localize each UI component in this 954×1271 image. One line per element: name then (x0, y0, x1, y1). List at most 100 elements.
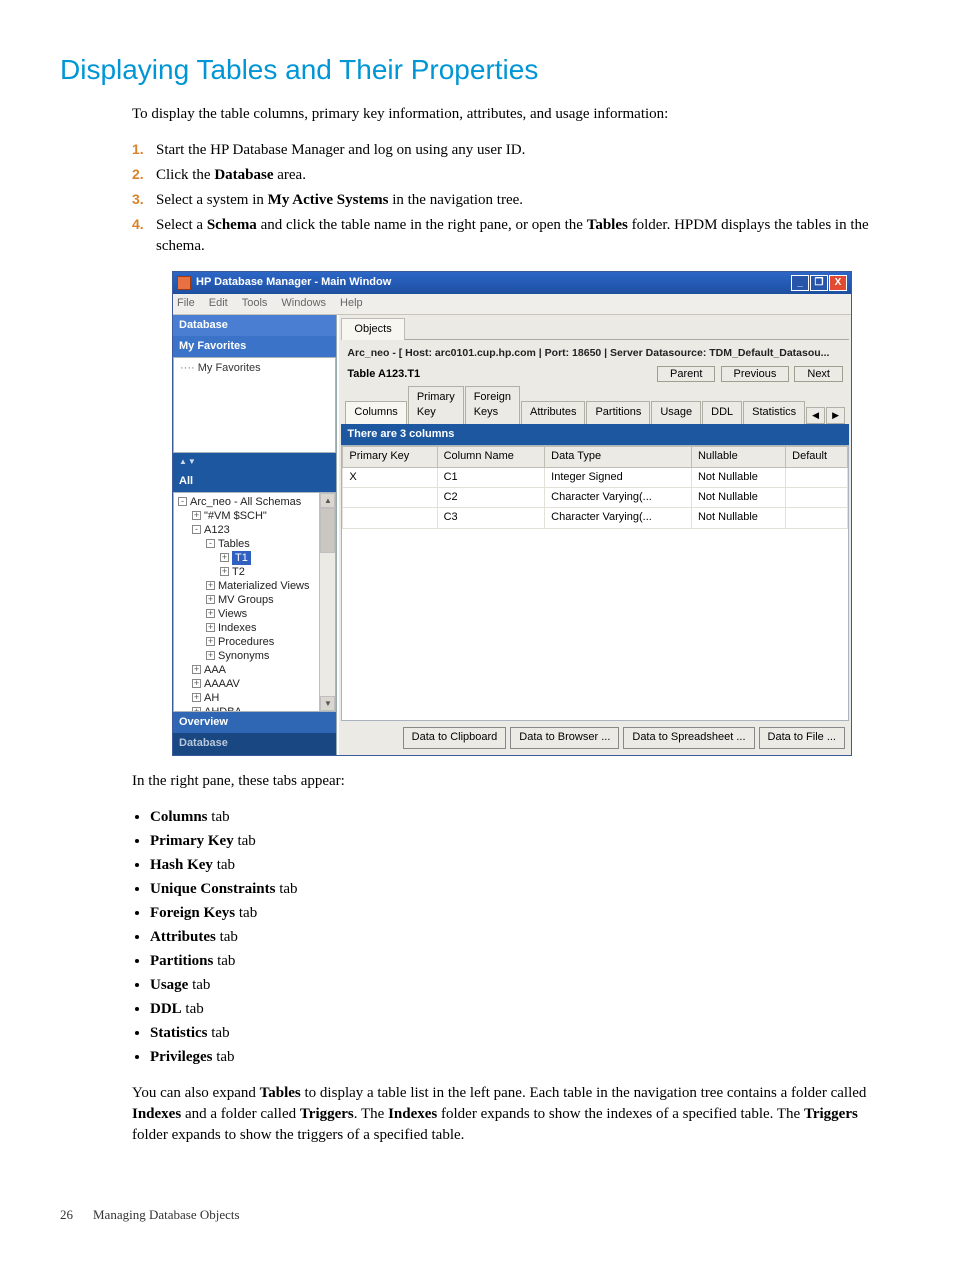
scroll-up-icon[interactable]: ▲ (320, 493, 335, 508)
col-header-type[interactable]: Data Type (545, 447, 692, 467)
table-row[interactable]: X C1 Integer Signed Not Nullable (343, 467, 848, 487)
page-footer: 26 Managing Database Objects (60, 1206, 894, 1224)
property-tabs: Columns Primary Key Foreign Keys Attribu… (341, 386, 849, 424)
expand-icon[interactable]: + (192, 693, 201, 702)
parent-button[interactable]: Parent (657, 366, 715, 382)
expand-icon[interactable]: + (220, 553, 229, 562)
database-panel-header[interactable]: Database (173, 315, 336, 336)
tab-attributes[interactable]: Attributes (521, 401, 585, 423)
expand-icon[interactable]: - (192, 525, 201, 534)
tree-node-tables[interactable]: Tables (218, 537, 250, 551)
window-close-button[interactable]: X (829, 275, 847, 291)
expand-icon[interactable]: + (192, 707, 201, 711)
expand-icon[interactable]: + (206, 651, 215, 660)
tree-node[interactable]: AH (204, 691, 219, 705)
expand-icon[interactable]: + (220, 567, 229, 576)
data-to-spreadsheet-button[interactable]: Data to Spreadsheet ... (623, 727, 754, 748)
tree-root[interactable]: Arc_neo - All Schemas (190, 495, 301, 509)
col-header-pk[interactable]: Primary Key (343, 447, 437, 467)
data-to-clipboard-button[interactable]: Data to Clipboard (403, 727, 507, 748)
all-label: All (173, 471, 336, 492)
tree-node[interactable]: AAA (204, 663, 226, 677)
tree-node[interactable]: T2 (232, 565, 245, 579)
tabs-bullet-list: Columns tab Primary Key tab Hash Key tab… (132, 807, 894, 1068)
tab-partitions[interactable]: Partitions (586, 401, 650, 423)
expand-icon[interactable]: + (192, 679, 201, 688)
tree-node[interactable]: Indexes (218, 621, 257, 635)
table-row[interactable]: C3 Character Varying(... Not Nullable (343, 508, 848, 528)
previous-button[interactable]: Previous (721, 366, 790, 382)
favorites-item[interactable]: My Favorites (198, 362, 261, 374)
step-num: 3. (132, 190, 156, 211)
window-maximize-button[interactable]: ❐ (810, 275, 828, 291)
list-item: Unique Constraints tab (150, 879, 894, 900)
expand-icon[interactable]: + (206, 623, 215, 632)
next-button[interactable]: Next (794, 366, 843, 382)
expand-icon[interactable]: + (206, 609, 215, 618)
expand-icon[interactable]: + (192, 665, 201, 674)
all-panel-header[interactable]: ▲▼ (173, 453, 336, 470)
tree-scrollbar[interactable]: ▲ ▼ (319, 493, 335, 711)
database-footer[interactable]: Database (173, 733, 336, 754)
window-titlebar[interactable]: HP Database Manager - Main Window _ ❐ X (173, 272, 851, 294)
expand-icon[interactable]: - (206, 539, 215, 548)
col-header-name[interactable]: Column Name (437, 447, 545, 467)
data-to-browser-button[interactable]: Data to Browser ... (510, 727, 619, 748)
list-item: Usage tab (150, 975, 894, 996)
tab-usage[interactable]: Usage (651, 401, 701, 423)
tab-ddl[interactable]: DDL (702, 401, 742, 423)
schema-tree[interactable]: -Arc_neo - All Schemas +"#VM $SCH" -A123… (174, 493, 335, 712)
tree-node[interactable]: A123 (204, 523, 230, 537)
menu-tools[interactable]: Tools (242, 296, 268, 311)
menu-file[interactable]: File (177, 296, 195, 311)
tree-node[interactable]: AAAAV (204, 677, 240, 691)
menu-help[interactable]: Help (340, 296, 363, 311)
list-item: Partitions tab (150, 951, 894, 972)
tree-node[interactable]: AHDBA (204, 705, 242, 712)
collapse-up-icon[interactable]: ▲ (179, 456, 187, 467)
tab-scroll-right-icon[interactable]: ▶ (826, 407, 845, 424)
step-text: Select a system in My Active Systems in … (156, 190, 894, 211)
tree-node[interactable]: MV Groups (218, 593, 274, 607)
overview-panel-header[interactable]: Overview (173, 712, 336, 733)
columns-grid[interactable]: Primary Key Column Name Data Type Nullab… (341, 445, 849, 721)
tree-node[interactable]: "#VM $SCH" (204, 509, 267, 523)
step-num: 2. (132, 165, 156, 186)
menu-windows[interactable]: Windows (281, 296, 326, 311)
chapter-title: Managing Database Objects (93, 1207, 240, 1222)
navigation-pane: Database My Favorites ···· My Favorites … (173, 315, 337, 755)
collapse-down-icon[interactable]: ▼ (188, 456, 196, 467)
tab-statistics[interactable]: Statistics (743, 401, 805, 423)
expand-icon[interactable]: + (206, 595, 215, 604)
data-to-file-button[interactable]: Data to File ... (759, 727, 845, 748)
menu-bar: File Edit Tools Windows Help (173, 294, 851, 314)
table-row[interactable]: C2 Character Varying(... Not Nullable (343, 488, 848, 508)
after-shot-text: In the right pane, these tabs appear: (132, 771, 894, 792)
objects-tab[interactable]: Objects (341, 318, 404, 340)
app-screenshot: HP Database Manager - Main Window _ ❐ X … (172, 271, 852, 755)
tab-columns[interactable]: Columns (345, 401, 406, 423)
tab-primary-key[interactable]: Primary Key (408, 386, 464, 424)
tree-node[interactable]: Materialized Views (218, 579, 310, 593)
tree-node-selected[interactable]: T1 (232, 551, 251, 565)
expand-icon[interactable]: + (192, 511, 201, 520)
my-favorites-header[interactable]: My Favorites (173, 336, 336, 357)
steps-list: 1. Start the HP Database Manager and log… (132, 140, 894, 257)
expand-icon[interactable]: - (178, 497, 187, 506)
tree-node[interactable]: Synonyms (218, 649, 269, 663)
col-header-nullable[interactable]: Nullable (691, 447, 785, 467)
window-minimize-button[interactable]: _ (791, 275, 809, 291)
tree-node[interactable]: Procedures (218, 635, 274, 649)
col-header-default[interactable]: Default (786, 447, 848, 467)
tab-scroll-left-icon[interactable]: ◀ (806, 407, 825, 424)
expand-icon[interactable]: + (206, 581, 215, 590)
step-text: Start the HP Database Manager and log on… (156, 140, 894, 161)
scroll-down-icon[interactable]: ▼ (320, 696, 335, 711)
scroll-thumb[interactable] (320, 508, 335, 553)
tab-foreign-keys[interactable]: Foreign Keys (465, 386, 520, 424)
expand-icon[interactable]: + (206, 637, 215, 646)
list-item: Columns tab (150, 807, 894, 828)
menu-edit[interactable]: Edit (209, 296, 228, 311)
tree-node[interactable]: Views (218, 607, 247, 621)
breadcrumb: Arc_neo - [ Host: arc0101.cup.hp.com | P… (341, 340, 849, 361)
